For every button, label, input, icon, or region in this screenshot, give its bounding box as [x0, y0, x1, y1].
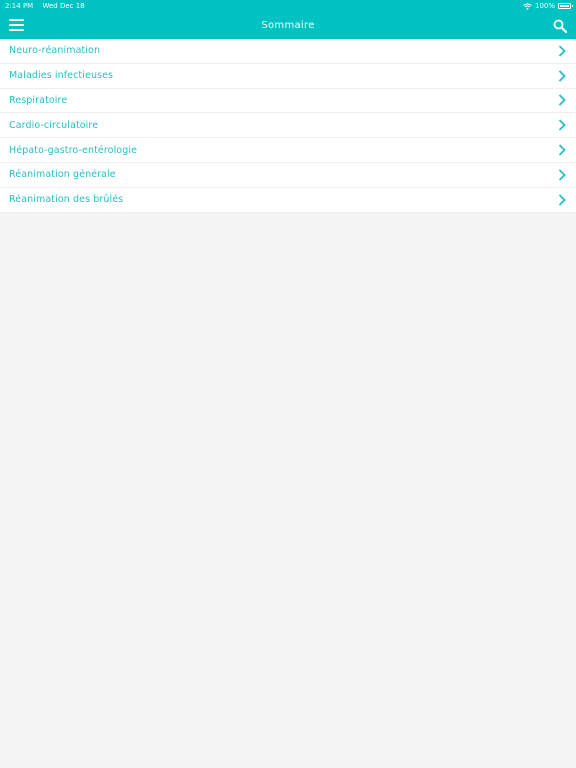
summary-list: Neuro-réanimation Maladies infectieuses …	[0, 39, 576, 213]
chevron-right-icon	[558, 194, 566, 206]
navigation-bar: Sommaire	[0, 12, 576, 39]
list-item-label: Réanimation des brûlés	[9, 194, 124, 206]
battery-percent: 100%	[534, 2, 555, 10]
list-item-label: Respiratoire	[9, 94, 68, 106]
chevron-right-icon	[558, 119, 566, 131]
list-item[interactable]: Neuro-réanimation	[0, 39, 576, 64]
list-item[interactable]: Respiratoire	[0, 89, 576, 114]
status-bar-left: 2:14 PM Wed Dec 18	[5, 0, 92, 12]
page-title: Sommaire	[261, 20, 315, 31]
chevron-right-icon	[558, 169, 566, 181]
list-item-label: Hépato-gastro-entérologie	[9, 144, 138, 156]
list-item-label: Neuro-réanimation	[9, 45, 101, 57]
hamburger-menu-icon[interactable]	[9, 18, 24, 32]
list-item[interactable]: Maladies infectieuses	[0, 64, 576, 89]
list-item-label: Maladies infectieuses	[9, 70, 114, 82]
status-bar: 2:14 PM Wed Dec 18 100%	[0, 0, 576, 12]
chevron-right-icon	[558, 70, 566, 82]
chevron-right-icon	[558, 45, 566, 57]
list-item[interactable]: Réanimation des brûlés	[0, 188, 576, 213]
list-item-label: Cardio-circulatoire	[9, 119, 99, 131]
list-item[interactable]: Réanimation générale	[0, 163, 576, 188]
status-time: 2:14 PM	[5, 2, 34, 10]
status-date: Wed Dec 18	[42, 2, 85, 10]
wifi-icon	[523, 2, 532, 10]
chevron-right-icon	[558, 94, 566, 107]
battery-icon	[558, 3, 573, 9]
list-item[interactable]: Hépato-gastro-entérologie	[0, 138, 576, 163]
status-bar-right: 100%	[523, 0, 573, 12]
list-item-label: Réanimation générale	[9, 169, 116, 181]
list-item[interactable]: Cardio-circulatoire	[0, 113, 576, 139]
search-icon[interactable]	[553, 18, 568, 34]
chevron-right-icon	[558, 144, 566, 156]
